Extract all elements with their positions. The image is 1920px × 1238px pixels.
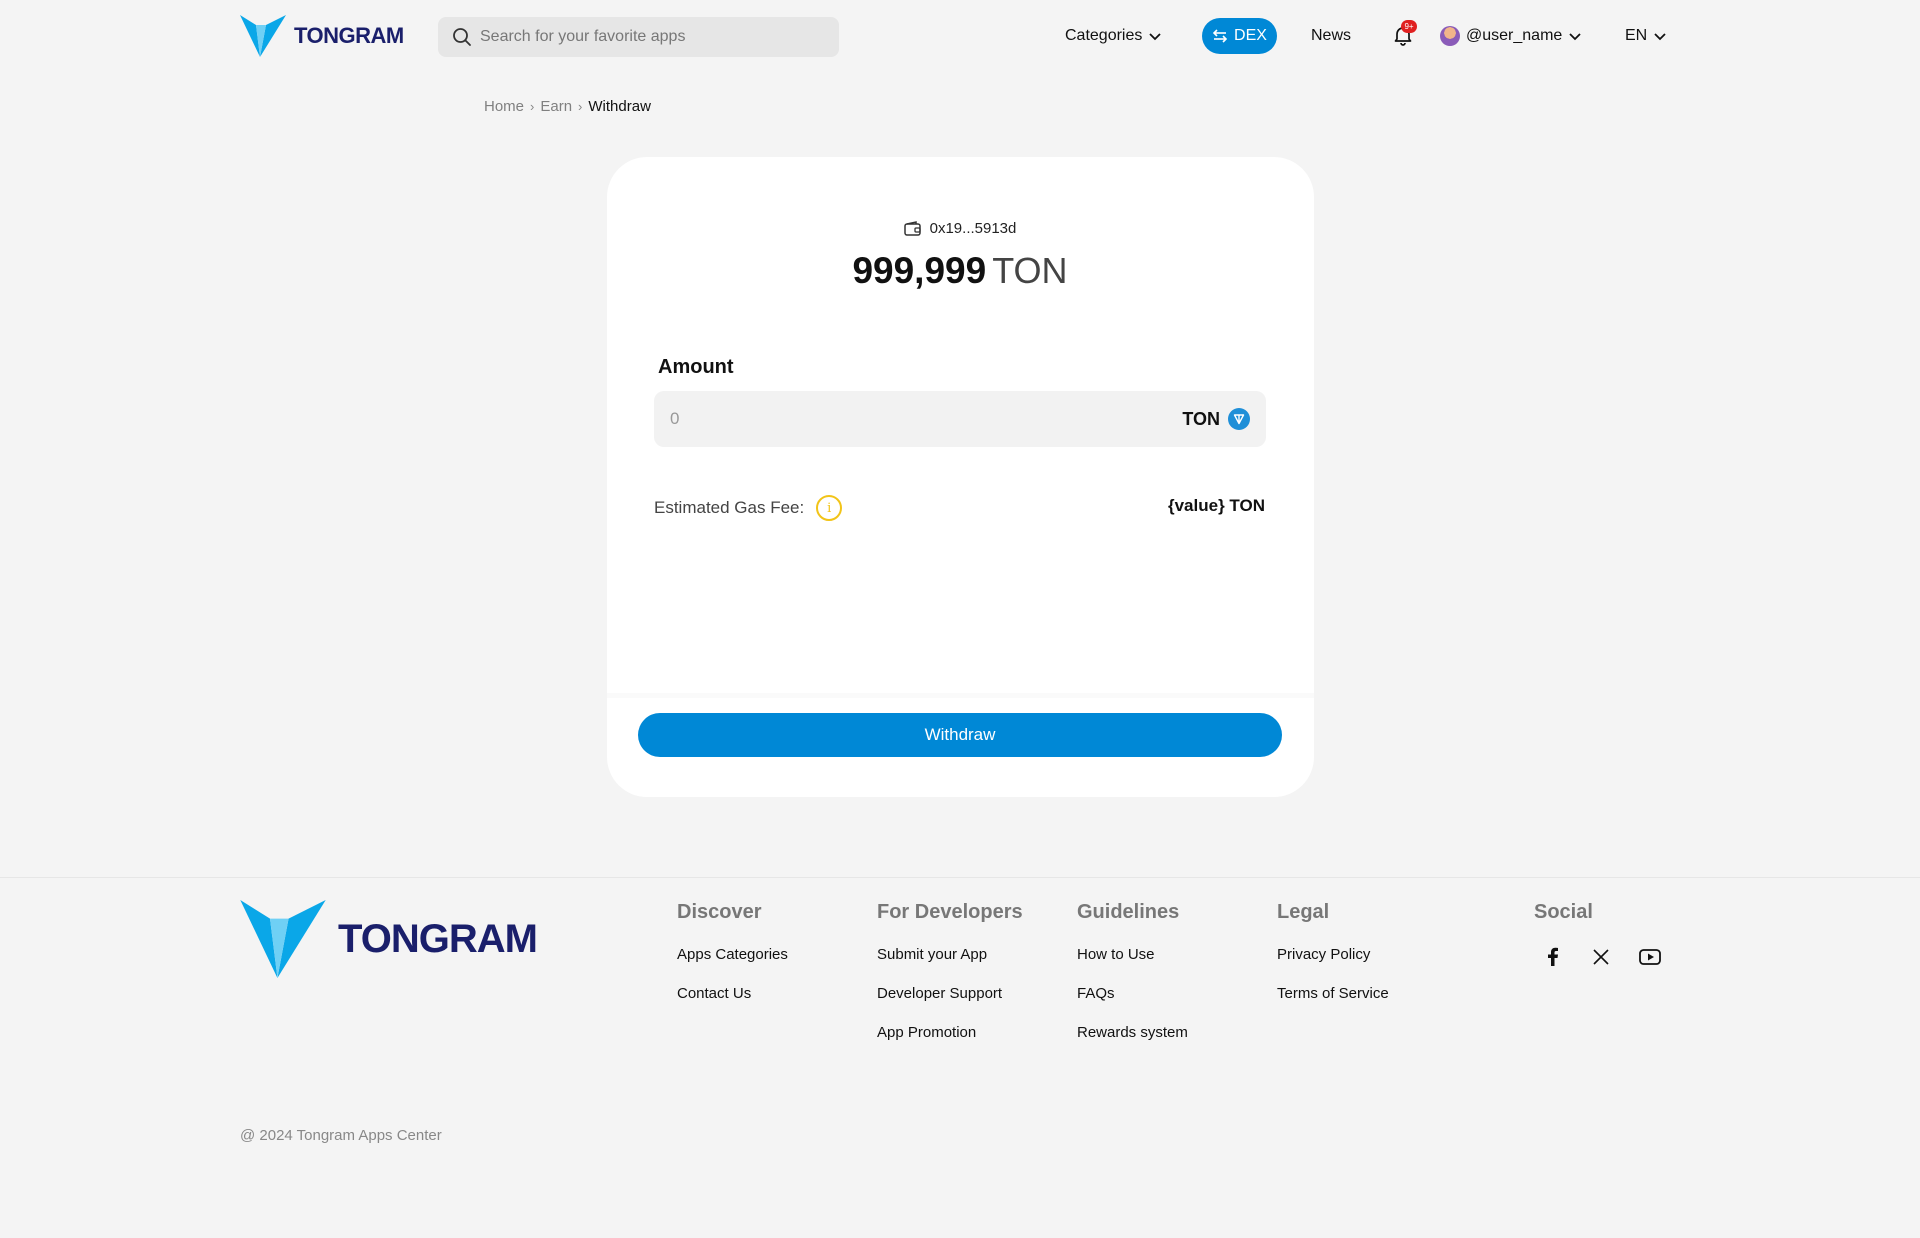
footer-link-terms-of-service[interactable]: Terms of Service xyxy=(1277,985,1389,1002)
categories-dropdown[interactable]: Categories xyxy=(1065,27,1162,45)
breadcrumb-current: Withdraw xyxy=(588,98,651,115)
info-icon[interactable]: i xyxy=(816,495,843,521)
tongram-logo-icon xyxy=(240,15,286,57)
balance-unit: TON xyxy=(992,250,1068,291)
ton-coin-icon xyxy=(1228,408,1250,430)
withdraw-button[interactable]: Withdraw xyxy=(638,713,1282,757)
amount-currency: TON xyxy=(1182,408,1250,430)
username-label: @user_name xyxy=(1466,27,1563,44)
language-label: EN xyxy=(1625,27,1648,44)
breadcrumb: Home › Earn › Withdraw xyxy=(484,98,651,115)
search-icon xyxy=(453,28,471,46)
chevron-down-icon xyxy=(1569,33,1581,41)
tongram-logo-icon xyxy=(240,900,326,978)
footer-link-how-to-use[interactable]: How to Use xyxy=(1077,946,1188,963)
footer-column-title: Guidelines xyxy=(1077,901,1180,923)
breadcrumb-home[interactable]: Home xyxy=(484,98,524,115)
chevron-right-icon: › xyxy=(530,99,535,114)
footer-column-title: Social xyxy=(1534,901,1593,923)
footer-column-title: For Developers xyxy=(877,901,1023,923)
footer-divider xyxy=(0,877,1920,878)
footer-link-apps-categories[interactable]: Apps Categories xyxy=(677,946,788,963)
avatar xyxy=(1440,26,1460,46)
gas-fee-row: Estimated Gas Fee: i xyxy=(654,495,843,521)
logo-text: TONGRAM xyxy=(294,23,404,48)
amount-input[interactable] xyxy=(670,409,1183,429)
footer-column-discover: Discover Apps Categories Contact Us xyxy=(677,901,788,1024)
swap-arrows-icon xyxy=(1212,29,1228,43)
footer-link-developer-support[interactable]: Developer Support xyxy=(877,985,1023,1002)
footer-link-privacy-policy[interactable]: Privacy Policy xyxy=(1277,946,1389,963)
user-menu[interactable]: @user_name xyxy=(1440,26,1582,46)
amount-unit-label: TON xyxy=(1182,408,1220,429)
footer-link-contact-us[interactable]: Contact Us xyxy=(677,985,788,1002)
chevron-right-icon: › xyxy=(578,99,583,114)
footer-logo[interactable]: TONGRAM xyxy=(240,900,538,978)
news-label: News xyxy=(1311,27,1352,44)
footer-link-submit-app[interactable]: Submit your App xyxy=(877,946,1023,963)
footer-column-title: Legal xyxy=(1277,901,1330,923)
notification-badge: 9+ xyxy=(1401,20,1417,33)
tongram-logo[interactable]: TONGRAM xyxy=(240,15,404,57)
search-bar[interactable] xyxy=(438,17,839,57)
dex-label: DEX xyxy=(1234,27,1267,44)
card-divider xyxy=(607,693,1314,698)
chevron-down-icon xyxy=(1654,33,1666,41)
categories-label: Categories xyxy=(1065,27,1143,44)
balance-display: 999,999 TON xyxy=(0,250,1920,292)
wallet-icon xyxy=(903,220,921,236)
wallet-address-row: 0x19...5913d xyxy=(0,220,1920,237)
footer-logo-text: TONGRAM xyxy=(338,916,538,961)
balance-value: 999,999 xyxy=(852,250,987,291)
copyright-text: @ 2024 Tongram Apps Center xyxy=(240,1127,442,1144)
top-header: TONGRAM Categories DEX News 9+ @user_nam… xyxy=(0,0,1920,72)
footer-link-app-promotion[interactable]: App Promotion xyxy=(877,1024,1023,1041)
news-link[interactable]: News xyxy=(1311,27,1351,45)
social-icons xyxy=(1534,946,1662,968)
youtube-icon[interactable] xyxy=(1638,946,1662,968)
footer-column-legal: Legal Privacy Policy Terms of Service xyxy=(1277,901,1389,1024)
footer-link-faqs[interactable]: FAQs xyxy=(1077,985,1188,1002)
gas-fee-label: Estimated Gas Fee: xyxy=(654,498,805,517)
dex-button[interactable]: DEX xyxy=(1202,18,1277,54)
footer-column-guidelines: Guidelines How to Use FAQs Rewards syste… xyxy=(1077,901,1188,1063)
footer-column-title: Discover xyxy=(677,901,762,923)
footer-column-developers: For Developers Submit your App Developer… xyxy=(877,901,1023,1063)
chevron-down-icon xyxy=(1149,33,1162,41)
facebook-icon[interactable] xyxy=(1542,946,1564,968)
amount-label: Amount xyxy=(658,356,734,378)
gas-fee-value: {value} TON xyxy=(1167,496,1265,515)
wallet-address: 0x19...5913d xyxy=(929,220,1017,237)
footer-link-rewards-system[interactable]: Rewards system xyxy=(1077,1024,1188,1041)
breadcrumb-earn[interactable]: Earn xyxy=(540,98,572,115)
amount-field[interactable]: TON xyxy=(654,391,1266,447)
search-input[interactable] xyxy=(480,28,820,46)
footer-column-social: Social xyxy=(1534,901,1662,968)
language-selector[interactable]: EN xyxy=(1625,27,1667,45)
x-icon[interactable] xyxy=(1590,946,1612,968)
